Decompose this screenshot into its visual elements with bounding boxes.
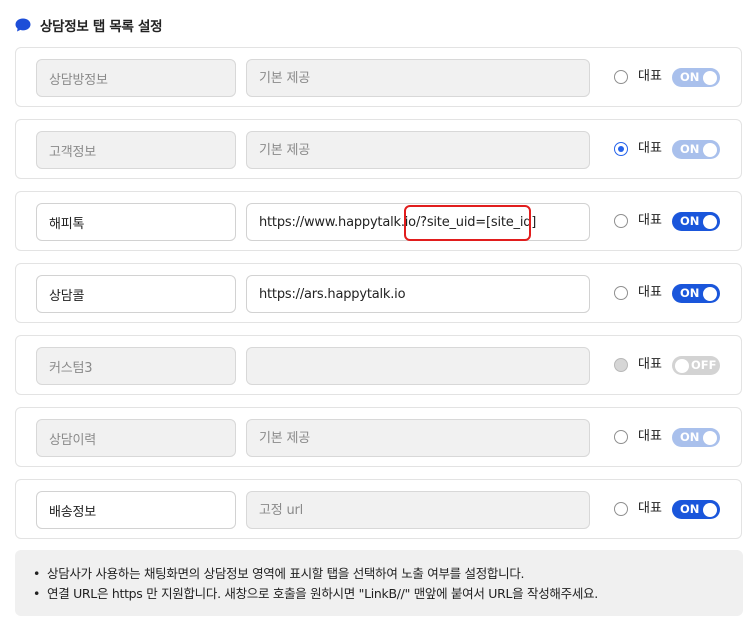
tab-row-1: 대표 ON [15, 47, 742, 107]
tab-url-input[interactable] [246, 491, 590, 529]
tab-url-input[interactable] [246, 347, 590, 385]
representative-label: 대표 [638, 357, 662, 372]
visibility-toggle[interactable]: ON [672, 68, 720, 87]
toggle-state-label: ON [680, 430, 700, 444]
visibility-toggle[interactable]: ON [672, 284, 720, 303]
tab-row-4: 대표 ON [15, 263, 742, 323]
toggle-state-label: OFF [691, 358, 717, 372]
notice-line: • 연결 URL은 https 만 지원합니다. 새창으로 호출을 원하시면 "L… [33, 584, 743, 604]
representative-radio[interactable] [614, 214, 628, 228]
representative-radio[interactable] [614, 70, 628, 84]
representative-radio[interactable] [614, 502, 628, 516]
representative-label: 대표 [638, 141, 662, 156]
notice-line: • 상담사가 사용하는 채팅화면의 상담정보 영역에 표시할 탭을 선택하여 노출… [33, 564, 743, 584]
representative-radio[interactable] [614, 430, 628, 444]
toggle-knob [703, 502, 717, 517]
representative-label: 대표 [638, 429, 662, 444]
toggle-knob [703, 286, 717, 301]
toggle-state-label: ON [680, 286, 700, 300]
visibility-toggle[interactable]: ON [672, 428, 720, 447]
visibility-toggle[interactable]: ON [672, 212, 720, 231]
tab-name-input[interactable] [36, 491, 236, 529]
representative-radio[interactable] [614, 286, 628, 300]
bullet: • [33, 566, 41, 581]
tab-url-input[interactable] [246, 203, 590, 241]
notice-box: • 상담사가 사용하는 채팅화면의 상담정보 영역에 표시할 탭을 선택하여 노출… [15, 550, 743, 616]
toggle-state-label: ON [680, 70, 700, 84]
visibility-toggle[interactable]: OFF [672, 356, 720, 375]
toggle-knob [703, 214, 717, 229]
toggle-knob [675, 358, 689, 373]
tab-url-input[interactable] [246, 275, 590, 313]
notice-text: 상담사가 사용하는 채팅화면의 상담정보 영역에 표시할 탭을 선택하여 노출 … [47, 566, 525, 581]
tab-row-5: 대표 OFF [15, 335, 742, 395]
toggle-state-label: ON [680, 214, 700, 228]
toggle-state-label: ON [680, 142, 700, 156]
toggle-state-label: ON [680, 502, 700, 516]
tab-url-input[interactable] [246, 419, 590, 457]
toggle-knob [703, 70, 717, 85]
tab-url-input[interactable] [246, 131, 590, 169]
visibility-toggle[interactable]: ON [672, 140, 720, 159]
representative-radio[interactable] [614, 142, 628, 156]
representative-label: 대표 [638, 69, 662, 84]
tab-list-settings-page: 상담정보 탭 목록 설정 대표 ON 대표 ON 대표 ON [0, 0, 752, 629]
tab-row-3: 대표 ON [15, 191, 742, 251]
notice-text: 연결 URL은 https 만 지원합니다. 새창으로 호출을 원하시면 "Li… [47, 586, 598, 601]
tab-row-7: 대표 ON [15, 479, 742, 539]
tab-name-input[interactable] [36, 203, 236, 241]
toggle-knob [703, 430, 717, 445]
section-title: 상담정보 탭 목록 설정 [40, 19, 163, 35]
section-header: 상담정보 탭 목록 설정 [14, 14, 163, 36]
tab-name-input[interactable] [36, 347, 236, 385]
toggle-knob [703, 142, 717, 157]
tab-url-input[interactable] [246, 59, 590, 97]
tab-row-6: 대표 ON [15, 407, 742, 467]
representative-label: 대표 [638, 501, 662, 516]
tab-name-input[interactable] [36, 59, 236, 97]
representative-label: 대표 [638, 213, 662, 228]
tab-name-input[interactable] [36, 131, 236, 169]
representative-radio[interactable] [614, 358, 628, 372]
tab-name-input[interactable] [36, 419, 236, 457]
tab-row-2: 대표 ON [15, 119, 742, 179]
tab-name-input[interactable] [36, 275, 236, 313]
representative-label: 대표 [638, 285, 662, 300]
speech-bubble-icon [15, 18, 31, 32]
visibility-toggle[interactable]: ON [672, 500, 720, 519]
bullet: • [33, 586, 41, 601]
